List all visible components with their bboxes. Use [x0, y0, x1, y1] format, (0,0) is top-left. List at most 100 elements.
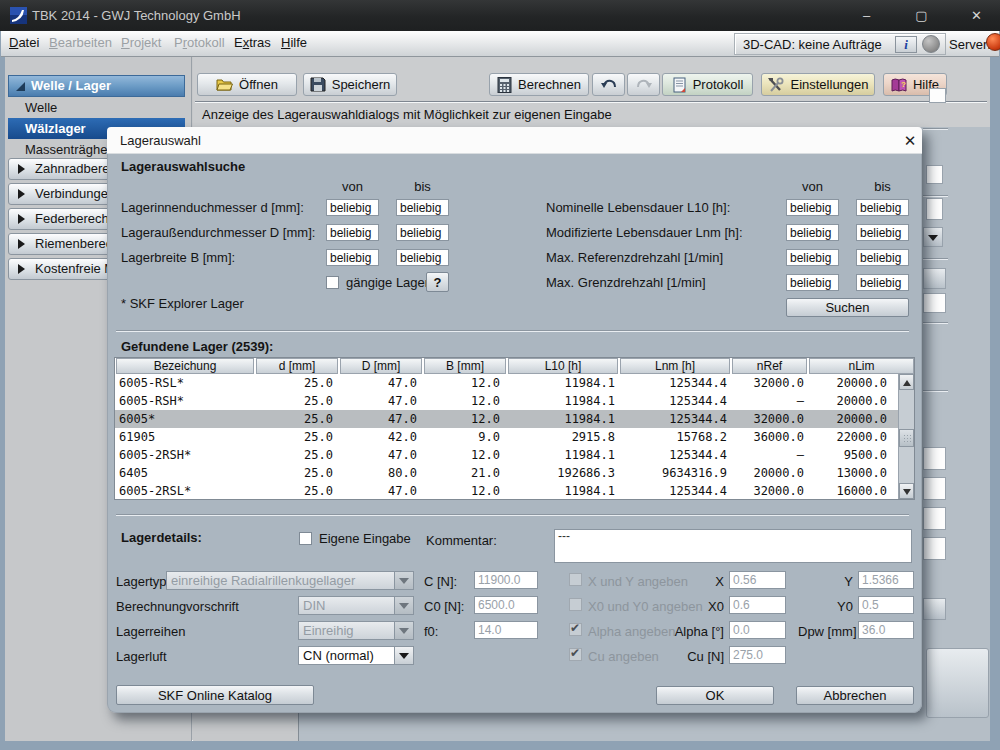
table-scrollbar[interactable]	[898, 374, 914, 499]
menu-hilfe[interactable]: Hilfe	[281, 35, 307, 50]
open-folder-icon	[216, 77, 233, 92]
bis-input[interactable]	[856, 249, 909, 266]
undo-icon	[600, 78, 618, 92]
menu-bearbeiten: Bearbeiten	[49, 35, 112, 50]
search-row-label: Modifizierte Lebensdauer Lnm [h]:	[546, 225, 743, 240]
scrollbar-thumb[interactable]	[899, 429, 914, 447]
bis-input[interactable]	[396, 224, 449, 241]
reihen-label: Lagerreihen	[116, 624, 185, 639]
table-row[interactable]: 61905 25.0 42.0 9.0 2915.8 15768.2 36000…	[115, 428, 898, 446]
search-row-label: Lageraußendurchmesser D [mm]:	[121, 225, 315, 240]
lagerauswahl-dialog: Lagerauswahl ✕ Lagerauswahlsuche von bis…	[107, 127, 922, 713]
dialog-close-icon[interactable]: ✕	[900, 130, 920, 152]
von-input[interactable]	[786, 224, 839, 241]
c-label: C [N]:	[424, 574, 457, 589]
scroll-up-button[interactable]	[899, 374, 914, 390]
search-row-label: Max. Referenzdrehzahl [1/min]	[546, 250, 723, 265]
luft-dropdown[interactable]: CN (normal)	[298, 646, 414, 665]
vorschrift-dropdown: DIN	[298, 596, 414, 615]
collapsed-triangle-icon	[18, 239, 25, 249]
dropdown-arrow-icon	[394, 572, 413, 589]
redo-button[interactable]	[627, 73, 660, 96]
von-input[interactable]	[786, 274, 839, 291]
sidebar-item-welle[interactable]: Welle	[8, 97, 185, 118]
von-input[interactable]	[326, 249, 379, 266]
minimize-button[interactable]: –	[844, 0, 889, 31]
dialog-body: Lagerauswahlsuche von bis von bis Lageri…	[107, 154, 922, 713]
bg-divider-fragment	[923, 195, 948, 196]
alpha-checkbox-label: Alpha angeben	[588, 624, 675, 639]
c0-input	[474, 596, 538, 614]
column-header[interactable]: B [mm]	[424, 358, 506, 374]
cad-status-indicator	[922, 35, 940, 53]
cu-checkbox: ✔	[569, 648, 582, 661]
comment-textarea[interactable]: ---	[554, 529, 912, 563]
close-button[interactable]: ✕	[954, 0, 999, 31]
bis-input[interactable]	[856, 224, 909, 241]
sidebar-header-welle-lager[interactable]: Welle / Lager	[8, 75, 185, 97]
table-row[interactable]: 6005-2RSH* 25.0 47.0 12.0 11984.1 125344…	[115, 446, 898, 464]
help-question-button[interactable]: ?	[426, 272, 449, 292]
column-header[interactable]: d [mm]	[256, 358, 338, 374]
table-row[interactable]: 6005* 25.0 47.0 12.0 11984.1 125344.4 32…	[115, 410, 898, 428]
bis-input[interactable]	[856, 199, 909, 216]
protocol-document-icon	[672, 77, 687, 93]
menu-datei[interactable]: Datei	[9, 35, 39, 50]
table-row[interactable]: 6005-RSL* 25.0 47.0 12.0 11984.1 125344.…	[115, 374, 898, 392]
protocol-button[interactable]: Protokoll	[662, 73, 753, 96]
von-input[interactable]	[326, 199, 379, 216]
save-button[interactable]: Speichern	[303, 73, 397, 96]
xy-checkbox	[569, 573, 582, 586]
own-input-label: Eigene Eingabe	[319, 531, 411, 546]
von-input[interactable]	[786, 249, 839, 266]
bg-button-fragment	[923, 598, 946, 620]
table-row[interactable]: 6005-RSH* 25.0 47.0 12.0 11984.1 125344.…	[115, 392, 898, 410]
bg-field-fragment	[926, 165, 943, 184]
bis-input[interactable]	[396, 199, 449, 216]
c0-label: C0 [N]:	[424, 599, 464, 614]
menu-extras[interactable]: Extras	[234, 35, 271, 50]
skf-catalog-button[interactable]: SKF Online Katalog	[116, 685, 314, 705]
scroll-down-button[interactable]	[899, 483, 914, 499]
cad-status-box: 3D-CAD: keine Aufträge i	[734, 33, 946, 55]
maximize-button[interactable]: ▢	[899, 0, 944, 31]
open-button[interactable]: Öffnen	[197, 73, 297, 96]
table-row[interactable]: 6405 25.0 80.0 21.0 192686.3 9634316.9 2…	[115, 464, 898, 482]
undo-button[interactable]	[592, 73, 625, 96]
luft-label: Lagerluft	[116, 649, 167, 664]
own-input-checkbox[interactable]	[299, 532, 312, 545]
y-input	[858, 571, 914, 589]
lagertyp-label: Lagertyp	[116, 574, 167, 589]
save-floppy-icon	[310, 77, 326, 92]
app-icon	[10, 7, 27, 24]
table-row[interactable]: 6005-2RSL* 25.0 47.0 12.0 11984.1 125344…	[115, 482, 898, 500]
search-button[interactable]: Suchen	[786, 298, 909, 317]
alpha-label: Alpha [°]	[668, 624, 724, 639]
y-label: Y	[813, 574, 853, 589]
column-header[interactable]: Bezeichung	[116, 358, 254, 374]
x0-label: X0	[693, 599, 724, 614]
bg-button-fragment	[923, 268, 946, 289]
bg-divider-fragment	[923, 128, 948, 129]
column-header[interactable]: L10 [h]	[508, 358, 618, 374]
y0-label: Y0	[813, 599, 853, 614]
von-input[interactable]	[326, 224, 379, 241]
info-button[interactable]: i	[895, 36, 917, 53]
ok-button[interactable]: OK	[656, 686, 774, 705]
column-header[interactable]: nLim	[809, 358, 914, 374]
von-input[interactable]	[786, 199, 839, 216]
column-header[interactable]: D [mm]	[340, 358, 422, 374]
common-bearings-checkbox[interactable]	[326, 276, 339, 289]
calculate-button[interactable]: Berechnen	[489, 73, 589, 96]
x-input	[729, 571, 786, 589]
bg-divider-fragment	[923, 258, 948, 259]
column-header[interactable]: nRef	[732, 358, 807, 374]
cancel-button[interactable]: Abbrechen	[796, 686, 914, 705]
column-header[interactable]: Lnm [h]	[620, 358, 730, 374]
settings-button[interactable]: Einstellungen	[761, 73, 875, 96]
bis-input[interactable]	[396, 249, 449, 266]
bis-input[interactable]	[856, 274, 909, 291]
bg-field-fragment	[926, 198, 943, 220]
dialog-title-bar[interactable]: Lagerauswahl ✕	[107, 127, 922, 154]
search-section-heading: Lagerauswahlsuche	[121, 159, 245, 174]
